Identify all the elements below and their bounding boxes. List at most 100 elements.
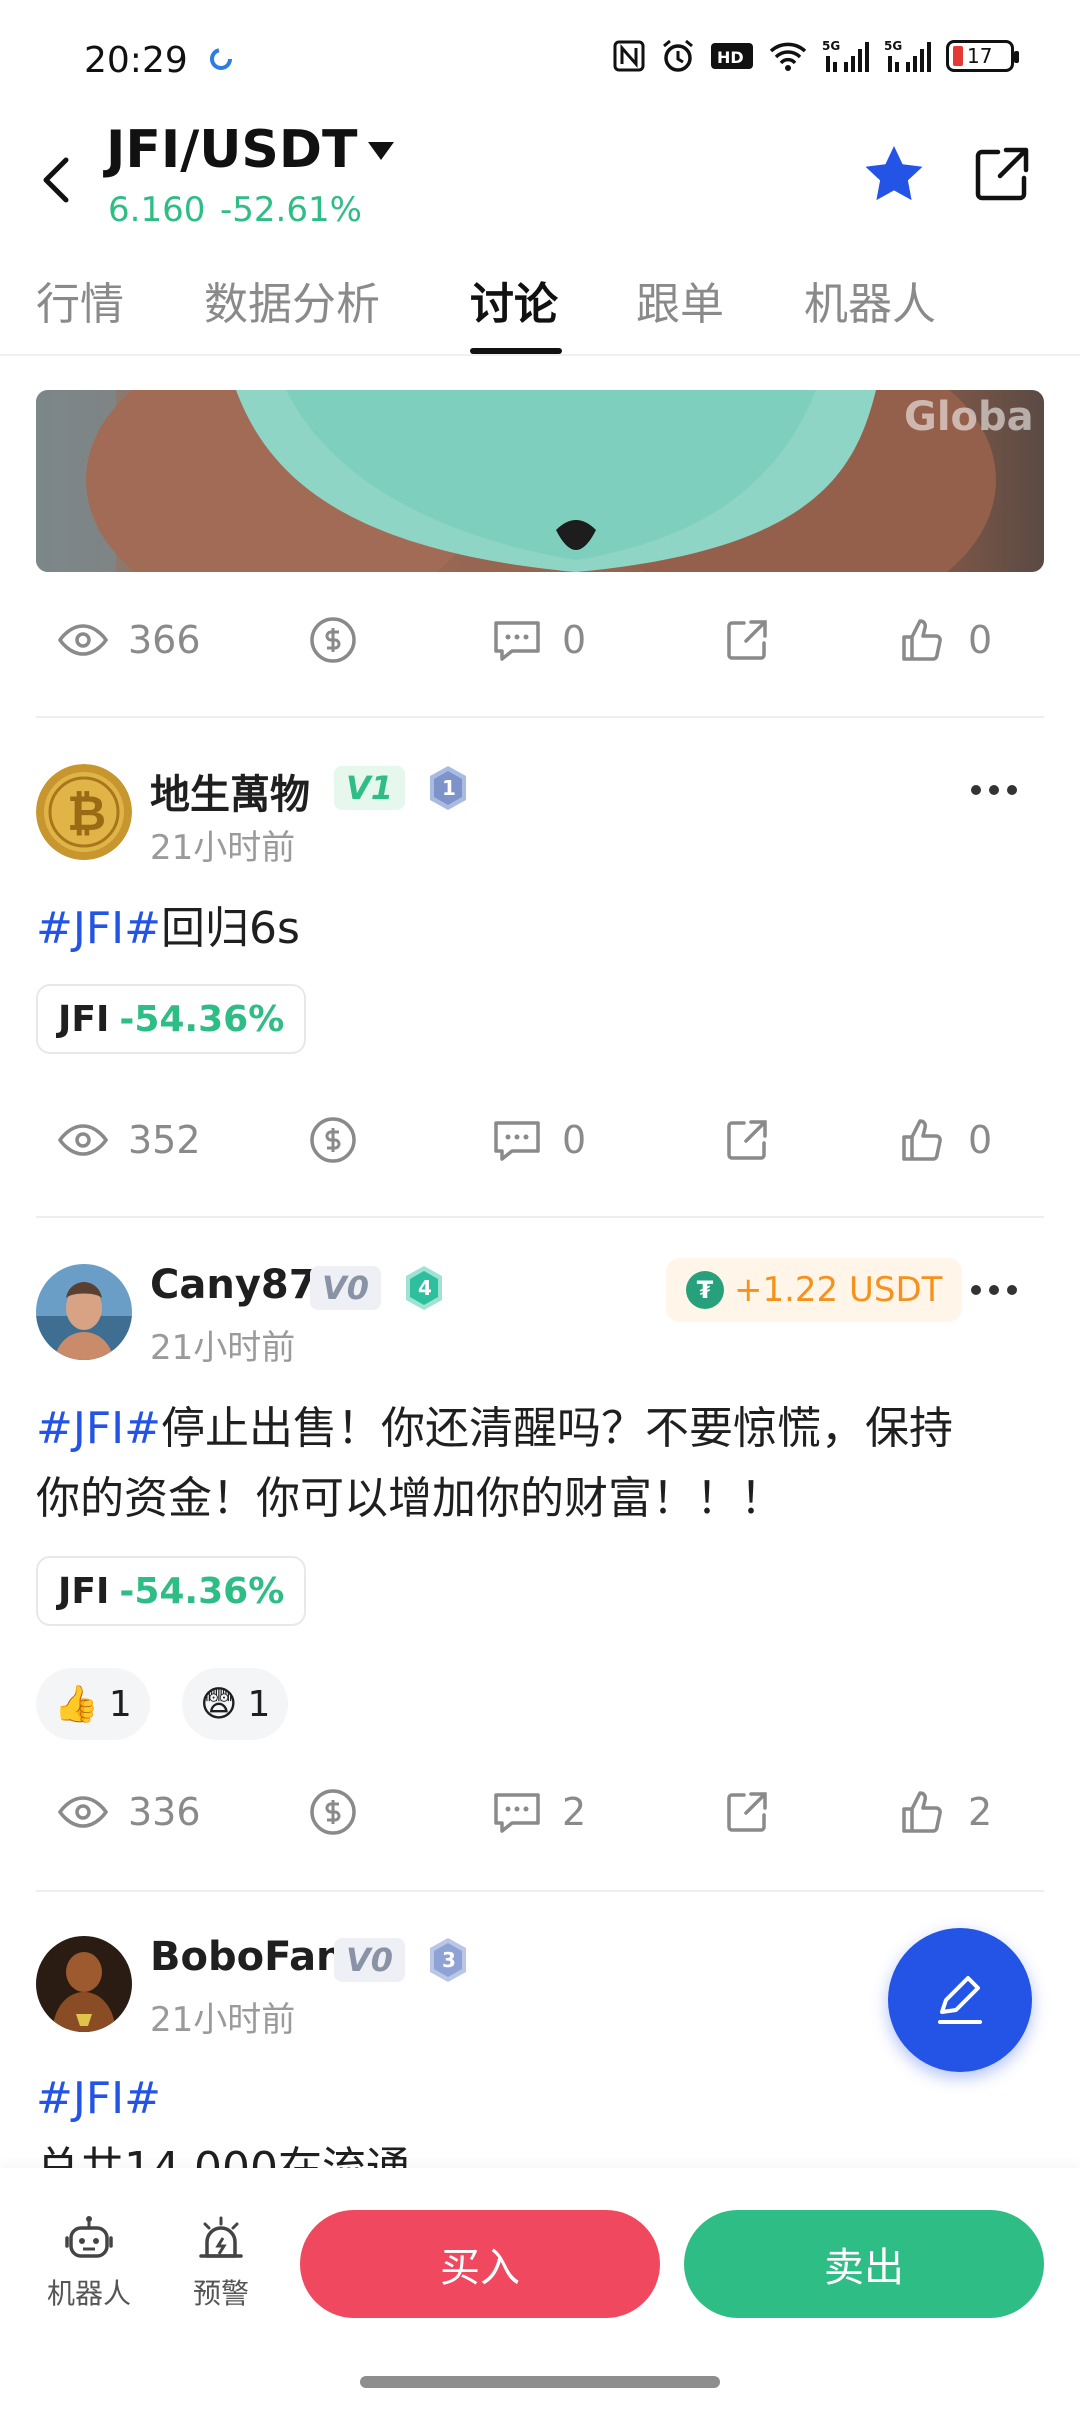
buy-button[interactable]: 买入 — [300, 2210, 660, 2318]
rank-badge-icon: 4 — [406, 1266, 442, 1310]
post-stats-row: 336 2 2 — [36, 1772, 1044, 1852]
avatar[interactable] — [36, 1264, 132, 1360]
post-text[interactable]: #JFI#回归6s — [36, 894, 1046, 964]
tab-market[interactable]: 行情 — [36, 268, 124, 332]
views-count: 336 — [128, 1790, 201, 1834]
share-button[interactable] — [720, 600, 774, 680]
back-icon[interactable] — [28, 144, 88, 214]
likes-stat[interactable]: 2 — [896, 1772, 992, 1852]
alarm-icon — [660, 38, 696, 74]
reaction-count: 1 — [247, 1683, 271, 1725]
avatar[interactable] — [36, 1936, 132, 2032]
avatar[interactable]: ₿ — [36, 764, 132, 860]
divider — [36, 1216, 1044, 1218]
eye-icon — [57, 1796, 109, 1828]
coin-chip[interactable]: JFI -54.36% — [36, 1556, 307, 1626]
comments-count: 2 — [562, 1790, 587, 1834]
post-text[interactable]: #JFI# 总共14,000在流通 — [36, 2064, 1046, 2168]
likes-stat[interactable]: 0 — [896, 600, 992, 680]
pair-title[interactable]: JFI/USDT — [106, 120, 358, 180]
divider — [36, 1890, 1044, 1892]
signal-5g-icon: 5G — [822, 38, 870, 74]
level-badge: V1 — [334, 766, 406, 810]
home-indicator[interactable] — [360, 2376, 720, 2388]
hashtag-link[interactable]: #JFI# — [36, 903, 161, 954]
rank-badge-icon: 3 — [430, 1938, 466, 1982]
tab-robot[interactable]: 机器人 — [804, 268, 936, 332]
svg-text:3: 3 — [442, 1948, 456, 1972]
likes-count: 0 — [968, 1118, 993, 1162]
header: JFI/USDT 6.160 -52.61% — [0, 120, 1080, 240]
author-name[interactable]: Cany87 — [150, 1262, 317, 1308]
more-options-icon[interactable] — [964, 770, 1024, 810]
favorite-star-icon[interactable] — [862, 142, 926, 206]
coin-chip[interactable]: JFI -54.36% — [36, 984, 307, 1054]
share-button[interactable] — [720, 1100, 774, 1180]
status-time: 20:29 — [84, 40, 188, 81]
sell-button[interactable]: 卖出 — [684, 2210, 1044, 2318]
post-body-line1: 停止出售！你还清醒吗？不要惊慌，保持 — [161, 1403, 953, 1454]
alert-label: 预警 — [192, 2277, 249, 2310]
comments-count: 0 — [562, 618, 587, 662]
dropdown-triangle-icon[interactable] — [364, 136, 398, 166]
likes-stat[interactable]: 0 — [896, 1100, 992, 1180]
views-stat: 336 — [56, 1772, 201, 1852]
battery-icon: 17 — [946, 40, 1019, 72]
reaction-thumbs-up[interactable]: 👍 1 — [36, 1668, 150, 1740]
comments-stat[interactable]: 2 — [490, 1772, 586, 1852]
robot-button[interactable]: 机器人 — [34, 2214, 144, 2312]
level-badge: V0 — [310, 1266, 382, 1310]
eye-icon — [57, 624, 109, 656]
tip-coin-icon — [310, 617, 356, 663]
views-stat: 352 — [56, 1100, 201, 1180]
comment-icon — [494, 621, 540, 661]
post-body-line2: 你的资金！你可以增加你的财富！！！ — [36, 1473, 784, 1524]
tip-button[interactable] — [306, 600, 360, 680]
comments-count: 0 — [562, 1118, 587, 1162]
author-name[interactable]: BoboFan — [150, 1934, 345, 1980]
post-stats-row: 366 0 0 — [36, 600, 1044, 680]
write-post-button[interactable] — [888, 1928, 1032, 2072]
alert-button[interactable]: 预警 — [166, 2214, 276, 2312]
tip-button[interactable] — [306, 1100, 360, 1180]
signal-5g-icon-2: 5G — [884, 38, 932, 74]
svg-text:HD: HD — [717, 48, 744, 67]
post-body-partial: 总共14,000在流通 — [36, 2134, 1046, 2168]
tab-discussion[interactable]: 讨论 — [470, 268, 558, 332]
more-options-icon[interactable] — [964, 1270, 1024, 1310]
comment-icon — [494, 1121, 540, 1161]
robot-icon — [65, 2216, 113, 2258]
wifi-icon — [768, 38, 808, 74]
svg-text:5G: 5G — [822, 39, 840, 53]
rank-badge-icon: 1 — [430, 766, 466, 810]
hd-icon: HD — [710, 38, 754, 74]
comments-stat[interactable]: 0 — [490, 1100, 586, 1180]
coin-symbol: JFI — [58, 1570, 110, 1612]
post-text[interactable]: #JFI#停止出售！你还清醒吗？不要惊慌，保持 你的资金！你可以增加你的财富！！… — [36, 1394, 1046, 1534]
hashtag-link[interactable]: #JFI# — [36, 1403, 161, 1454]
thumbs-up-icon — [902, 1791, 942, 1833]
coin-change: -54.36% — [119, 998, 285, 1040]
likes-count: 0 — [968, 618, 993, 662]
author-name[interactable]: 地生萬物 — [150, 762, 310, 820]
share-button[interactable] — [720, 1772, 774, 1852]
tab-data-analysis[interactable]: 数据分析 — [204, 268, 380, 332]
hashtag-link[interactable]: #JFI# — [36, 2073, 161, 2124]
views-stat: 366 — [56, 600, 201, 680]
eye-icon — [57, 1124, 109, 1156]
post-image[interactable]: Globa — [36, 390, 1044, 572]
post-time: 21小时前 — [150, 828, 296, 868]
share-icon[interactable] — [970, 142, 1034, 206]
tip-button[interactable] — [306, 1772, 360, 1852]
app-notification-icon — [210, 48, 232, 70]
tab-active-indicator — [470, 348, 562, 354]
comments-stat[interactable]: 0 — [490, 600, 586, 680]
comment-icon — [494, 1793, 540, 1833]
tip-coin-icon — [310, 1117, 356, 1163]
discussion-feed[interactable]: Globa 366 0 0 ₿ 地生萬物 V1 1 21小时前 #JFI#回归6… — [0, 358, 1080, 2168]
reaction-shocked[interactable]: 😨 1 — [182, 1668, 289, 1740]
battery-level: 17 — [967, 44, 993, 68]
svg-text:₿: ₿ — [67, 786, 106, 842]
tab-copy-trading[interactable]: 跟单 — [636, 268, 724, 332]
post-stats-row: 352 0 0 — [36, 1100, 1044, 1180]
